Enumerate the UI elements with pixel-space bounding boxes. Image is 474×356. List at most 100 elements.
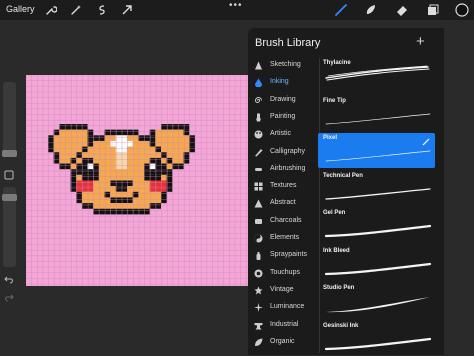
brush-size-slider[interactable] — [3, 82, 16, 152]
brush-set-artistic[interactable]: Artistic — [248, 127, 316, 143]
pixel — [81, 129, 88, 136]
brush-set-label: Sketching — [270, 61, 301, 68]
brush-set-abstract[interactable]: Abstract — [248, 196, 316, 212]
brush-item-thylacine[interactable]: Thylacine — [318, 58, 435, 93]
brush-set-calligraphy[interactable]: Calligraphy — [248, 145, 316, 161]
pixel — [104, 140, 111, 147]
brush-set-industrial[interactable]: Industrial — [248, 318, 316, 334]
pixel — [155, 169, 161, 175]
brush-set-vintage[interactable]: Vintage — [248, 283, 316, 299]
pixel — [166, 180, 173, 187]
brush-name: Technical Pen — [323, 172, 363, 179]
pixel — [172, 129, 178, 136]
more-dots-icon[interactable]: ••• — [229, 0, 243, 11]
move-icon[interactable] — [121, 4, 133, 16]
pixel — [127, 191, 133, 198]
pixel — [155, 174, 161, 181]
brush-set-textures[interactable]: Textures — [248, 179, 316, 195]
brush-item-gesinski-ink[interactable]: Gesinski Ink — [318, 321, 435, 356]
pixel — [166, 140, 173, 147]
brush-name: Fine Tip — [323, 97, 346, 104]
brush-item-studio-pen[interactable]: Studio Pen — [318, 283, 435, 318]
pixel — [98, 208, 105, 215]
pixel — [132, 169, 139, 175]
pixel — [76, 174, 82, 181]
pixel — [144, 135, 150, 141]
stroke-path — [324, 262, 432, 275]
layers-icon[interactable] — [426, 3, 440, 17]
brush-item-gel-pen[interactable]: Gel Pen — [318, 208, 435, 243]
pixel — [87, 169, 94, 175]
pixel — [87, 191, 94, 198]
pixel — [177, 152, 184, 158]
pixel — [121, 157, 128, 164]
edit-brush-icon — [422, 138, 430, 146]
pixel — [64, 140, 71, 147]
brush-size-knob[interactable] — [2, 150, 17, 157]
pixel — [161, 186, 167, 192]
stroke-path — [325, 113, 431, 124]
brush-item-technical-pen[interactable]: Technical Pen — [318, 171, 435, 206]
color-swatch[interactable] — [455, 3, 469, 17]
gallery-button[interactable]: Gallery — [6, 4, 35, 14]
brush-item-pixel[interactable]: Pixel — [318, 133, 435, 168]
pixel — [132, 174, 139, 181]
pixel — [127, 140, 133, 147]
pixel — [132, 146, 139, 153]
brush-set-spraypaints[interactable]: Spraypaints — [248, 248, 316, 264]
redo-icon[interactable] — [4, 292, 14, 302]
brush-set-painting[interactable]: Painting — [248, 110, 316, 126]
pixel — [138, 152, 145, 158]
spray-can-icon — [254, 251, 263, 261]
brush-set-elements[interactable]: Elements — [248, 231, 316, 247]
wrench-icon[interactable] — [45, 4, 57, 16]
brush-set-sketching[interactable]: Sketching — [248, 58, 316, 74]
pixel — [132, 152, 139, 158]
pixel — [53, 157, 60, 164]
pixel — [53, 135, 60, 141]
pixel — [121, 203, 128, 209]
drawing-canvas[interactable] — [26, 75, 252, 286]
pixel — [166, 146, 173, 153]
pixel — [121, 140, 128, 147]
brush-set-airbrushing[interactable]: Airbrushing — [248, 162, 316, 178]
add-brush-set-button[interactable]: + — [416, 33, 425, 50]
pixel — [121, 208, 128, 215]
pixel — [127, 129, 133, 136]
brush-set-touchups[interactable]: Touchups — [248, 266, 316, 282]
pixel — [98, 180, 105, 187]
modify-button[interactable] — [4, 170, 14, 180]
eraser-icon[interactable] — [395, 3, 409, 17]
pixel — [132, 129, 139, 136]
brush-icon[interactable] — [334, 3, 348, 17]
pixel — [115, 163, 122, 170]
wand-icon[interactable] — [70, 4, 82, 16]
pixel — [183, 135, 190, 141]
triangle-icon — [254, 199, 263, 208]
undo-icon[interactable] — [4, 274, 14, 284]
brush-item-ink-bleed[interactable]: Ink Bleed — [318, 246, 435, 281]
brush-set-drawing[interactable]: Drawing — [248, 93, 316, 109]
pixel — [70, 146, 77, 153]
brush-set-label: Industrial — [270, 320, 299, 328]
pixel — [132, 180, 139, 187]
pixel — [144, 163, 150, 170]
brush-set-inking[interactable]: Inking — [248, 75, 316, 91]
pixel — [149, 186, 156, 192]
pixel — [166, 152, 173, 158]
selection-icon[interactable] — [96, 4, 108, 16]
pixel — [121, 152, 128, 158]
brush-set-charcoals[interactable]: Charcoals — [248, 214, 316, 230]
pixel — [76, 140, 82, 147]
pixel — [104, 197, 111, 204]
pixel — [121, 146, 128, 153]
brush-set-luminance[interactable]: Luminance — [248, 300, 316, 316]
brush-set-organic[interactable]: Organic — [248, 335, 316, 351]
brush-set-label: Airbrushing — [270, 164, 306, 172]
pixel — [81, 169, 88, 175]
brush-item-fine-tip[interactable]: Fine Tip — [318, 96, 435, 131]
opacity-knob[interactable] — [2, 194, 17, 201]
pixel — [70, 140, 77, 147]
pixel — [81, 203, 88, 209]
smudge-icon[interactable] — [364, 3, 378, 17]
